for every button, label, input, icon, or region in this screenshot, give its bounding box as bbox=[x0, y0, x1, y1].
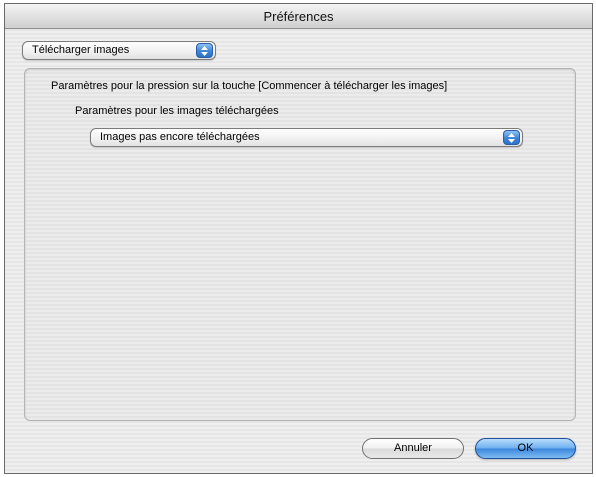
images-popup[interactable]: Images pas encore téléchargées bbox=[90, 128, 523, 147]
images-popup-label: Images pas encore téléchargées bbox=[100, 131, 260, 143]
ok-button[interactable]: OK bbox=[475, 438, 576, 459]
title-bar[interactable]: Préférences bbox=[5, 4, 592, 29]
category-popup[interactable]: Télécharger images bbox=[22, 41, 216, 60]
up-down-arrows-icon bbox=[196, 43, 213, 58]
window-title: Préférences bbox=[263, 9, 334, 24]
up-down-arrows-icon bbox=[503, 130, 520, 145]
preferences-window: Préférences Télécharger images Paramètre… bbox=[4, 3, 593, 474]
cancel-button[interactable]: Annuler bbox=[362, 438, 464, 459]
settings-group-box bbox=[24, 68, 576, 421]
category-popup-label: Télécharger images bbox=[32, 44, 130, 56]
settings-heading: Paramètres pour la pression sur la touch… bbox=[51, 80, 448, 92]
settings-subheading: Paramètres pour les images téléchargées bbox=[75, 105, 279, 117]
